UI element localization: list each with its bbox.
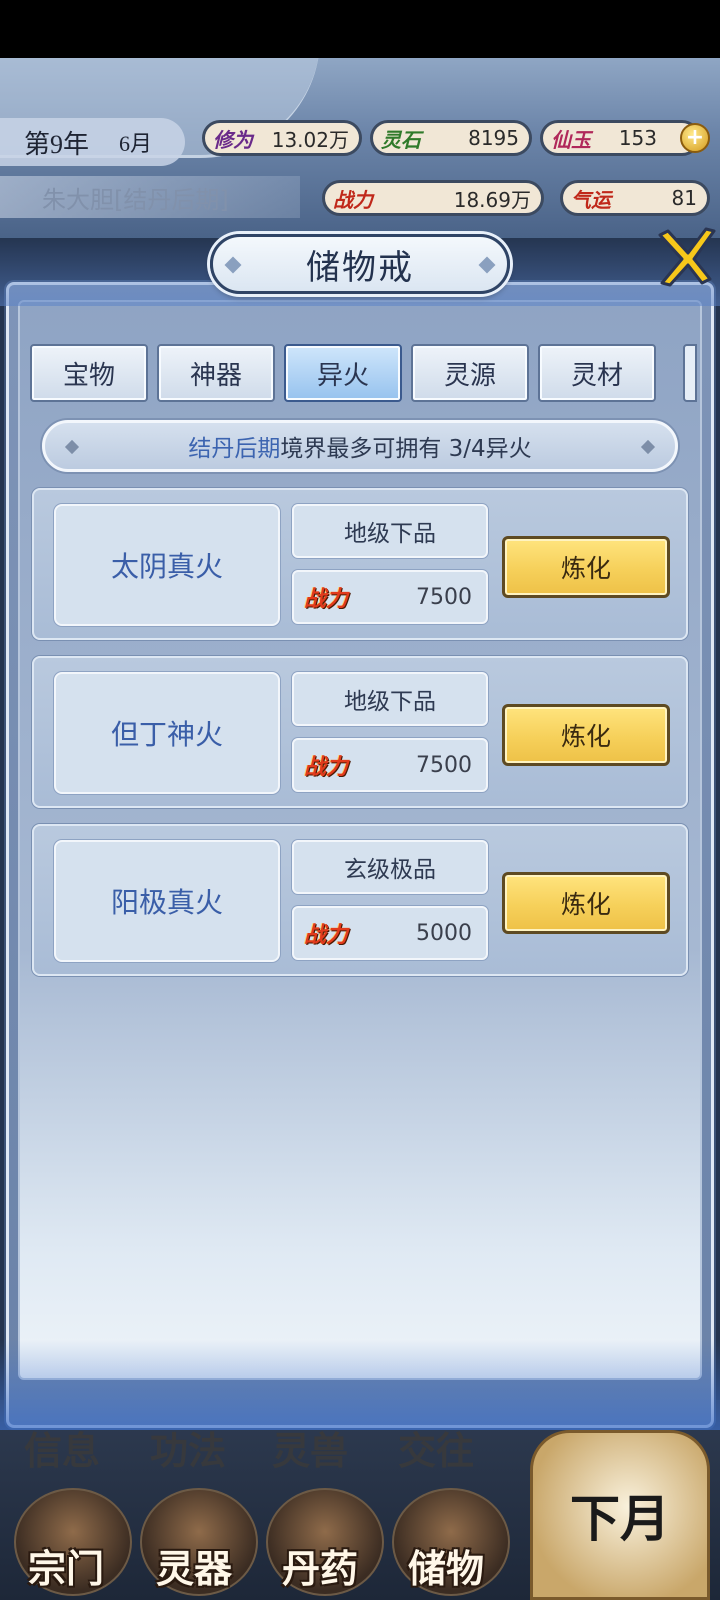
next-month-label: 下月	[570, 1489, 670, 1548]
close-button[interactable]	[650, 222, 718, 294]
tab-treasure[interactable]: 宝物	[30, 344, 148, 402]
spirit-stone-stat: 灵石 8195	[370, 120, 532, 156]
refine-button[interactable]: 炼化	[502, 536, 670, 598]
month-label: 6月	[119, 131, 153, 156]
combat-power-value: 18.69万	[453, 187, 531, 212]
spirit-stone-value: 8195	[468, 126, 519, 150]
date-display: 第9年 6月	[0, 118, 185, 166]
spirit-stone-label: 灵石	[381, 127, 421, 152]
refine-button[interactable]: 炼化	[502, 704, 670, 766]
fire-name: 但丁神火	[54, 672, 280, 794]
tab-overflow-indicator[interactable]	[683, 344, 697, 402]
fire-power: 战力 5000	[292, 906, 488, 960]
fire-capacity-banner: 结丹后期 境界最多可拥有 3/4异火	[42, 420, 678, 472]
luck-value: 81	[671, 186, 697, 210]
power-label: 战力	[304, 922, 349, 948]
fire-power: 战力 7500	[292, 738, 488, 792]
fire-power: 战力 7500	[292, 570, 488, 624]
close-icon	[658, 227, 716, 287]
combat-power-stat: 战力 18.69万	[322, 180, 544, 216]
nav-storage-label: 储物	[408, 1546, 485, 1591]
nav-pill-label: 丹药	[282, 1546, 359, 1591]
modal-title-plate: 储物戒	[210, 234, 510, 294]
wave-decoration-bottom	[0, 1340, 720, 1430]
year-label: 第9年	[24, 129, 90, 159]
luck-stat: 气运 81	[560, 180, 710, 216]
combat-power-label: 战力	[333, 187, 373, 212]
power-value: 7500	[416, 584, 472, 610]
fire-item-card: 阳极真火 玄级极品 战力 5000 炼化	[32, 824, 688, 976]
fire-item-card: 但丁神火 地级下品 战力 7500 炼化	[32, 656, 688, 808]
refine-button[interactable]: 炼化	[502, 872, 670, 934]
jade-stat: 仙玉 153	[540, 120, 700, 156]
fire-grade: 地级下品	[292, 672, 488, 726]
player-realm: [结丹后期]	[114, 185, 229, 214]
nav-artifact-label: 灵器	[156, 1546, 233, 1591]
cultivation-stat: 修为 13.02万	[202, 120, 362, 156]
fire-name: 太阴真火	[54, 504, 280, 626]
tab-strange-fire[interactable]: 异火	[284, 344, 402, 402]
status-bar	[0, 0, 720, 58]
add-jade-button[interactable]: +	[680, 123, 710, 153]
next-month-button[interactable]: 下月	[530, 1430, 710, 1600]
fire-name: 阳极真火	[54, 840, 280, 962]
cultivation-label: 修为	[213, 127, 253, 152]
jade-label: 仙玉	[551, 127, 591, 152]
power-label: 战力	[304, 586, 349, 612]
capacity-text: 境界最多可拥有 3/4异火	[280, 436, 532, 462]
luck-label: 气运	[571, 187, 611, 212]
player-name: 朱大胆	[42, 185, 114, 214]
player-info: 朱大胆 [结丹后期]	[0, 176, 300, 218]
fire-item-card: 太阴真火 地级下品 战力 7500 炼化	[32, 488, 688, 640]
realm-name: 结丹后期	[188, 436, 281, 462]
power-label: 战力	[304, 754, 349, 780]
fire-grade: 地级下品	[292, 504, 488, 558]
jade-value: 153	[618, 126, 657, 150]
tab-spirit-source[interactable]: 灵源	[411, 344, 529, 402]
power-value: 5000	[416, 920, 472, 946]
cultivation-value: 13.02万	[271, 127, 349, 152]
fire-grade: 玄级极品	[292, 840, 488, 894]
modal-title: 储物戒	[306, 247, 414, 288]
tab-spirit-material[interactable]: 灵材	[538, 344, 656, 402]
tab-divine-artifact[interactable]: 神器	[157, 344, 275, 402]
nav-sect-label: 宗门	[28, 1546, 105, 1591]
power-value: 7500	[416, 752, 472, 778]
